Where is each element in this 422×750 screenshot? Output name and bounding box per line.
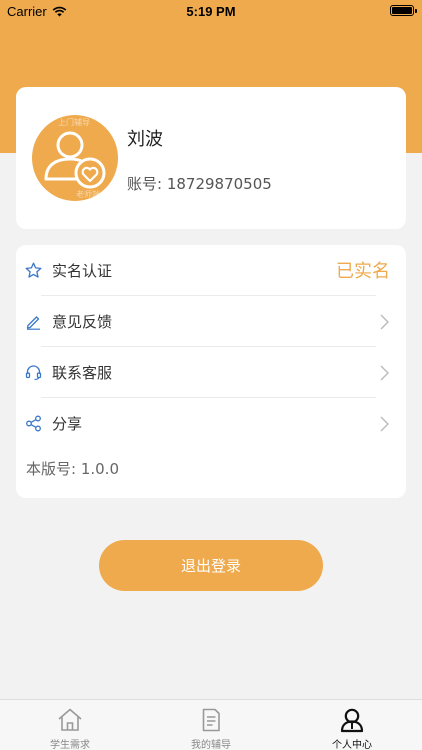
profile-card: 上门辅导 老师端 刘波 账号: 18729870505 xyxy=(16,87,406,229)
chevron-right-icon xyxy=(380,314,389,330)
menu-card: 实名认证 已实名 意见反馈 联系客服 分享 本版号: 1.0.0 xyxy=(16,245,406,498)
tab-my-tutoring[interactable]: 我的辅导 xyxy=(141,700,281,750)
battery-icon xyxy=(390,5,417,16)
document-icon xyxy=(202,708,220,732)
status-bar: Carrier 5:19 PM xyxy=(0,0,422,22)
person-icon xyxy=(340,708,364,733)
verified-status: 已实名 xyxy=(336,261,390,282)
tab-label: 我的辅导 xyxy=(191,740,231,750)
menu-item-feedback[interactable]: 意见反馈 xyxy=(16,296,406,347)
user-heart-icon xyxy=(44,131,106,189)
avatar[interactable]: 上门辅导 老师端 xyxy=(32,115,118,201)
share-icon xyxy=(26,415,41,432)
chevron-right-icon xyxy=(380,365,389,381)
avatar-watermark-bottom: 老师端 xyxy=(76,190,100,199)
version-label: 本版号: 1.0.0 xyxy=(26,460,119,478)
menu-item-label: 意见反馈 xyxy=(52,313,113,331)
menu-item-customer-service[interactable]: 联系客服 xyxy=(16,347,406,398)
tab-personal-center[interactable]: 个人中心 xyxy=(282,700,422,750)
logout-button[interactable]: 退出登录 xyxy=(99,540,323,591)
star-icon xyxy=(25,262,42,278)
tab-label: 个人中心 xyxy=(332,740,372,750)
pencil-icon xyxy=(26,316,40,330)
account-number: 账号: 18729870505 xyxy=(127,175,272,193)
clock: 5:19 PM xyxy=(186,4,236,19)
tab-student-needs[interactable]: 学生需求 xyxy=(0,700,140,750)
tab-label: 学生需求 xyxy=(50,740,90,750)
menu-item-share[interactable]: 分享 xyxy=(16,398,406,449)
menu-item-real-name[interactable]: 实名认证 已实名 xyxy=(16,245,406,296)
menu-item-label: 分享 xyxy=(52,415,83,433)
chevron-right-icon xyxy=(380,416,389,432)
user-name: 刘波 xyxy=(127,129,163,150)
headset-icon xyxy=(25,365,42,381)
home-icon xyxy=(58,708,82,731)
menu-item-label: 实名认证 xyxy=(52,262,113,280)
tab-bar: 学生需求 我的辅导 个人中心 xyxy=(0,699,422,750)
menu-item-label: 联系客服 xyxy=(52,364,113,382)
